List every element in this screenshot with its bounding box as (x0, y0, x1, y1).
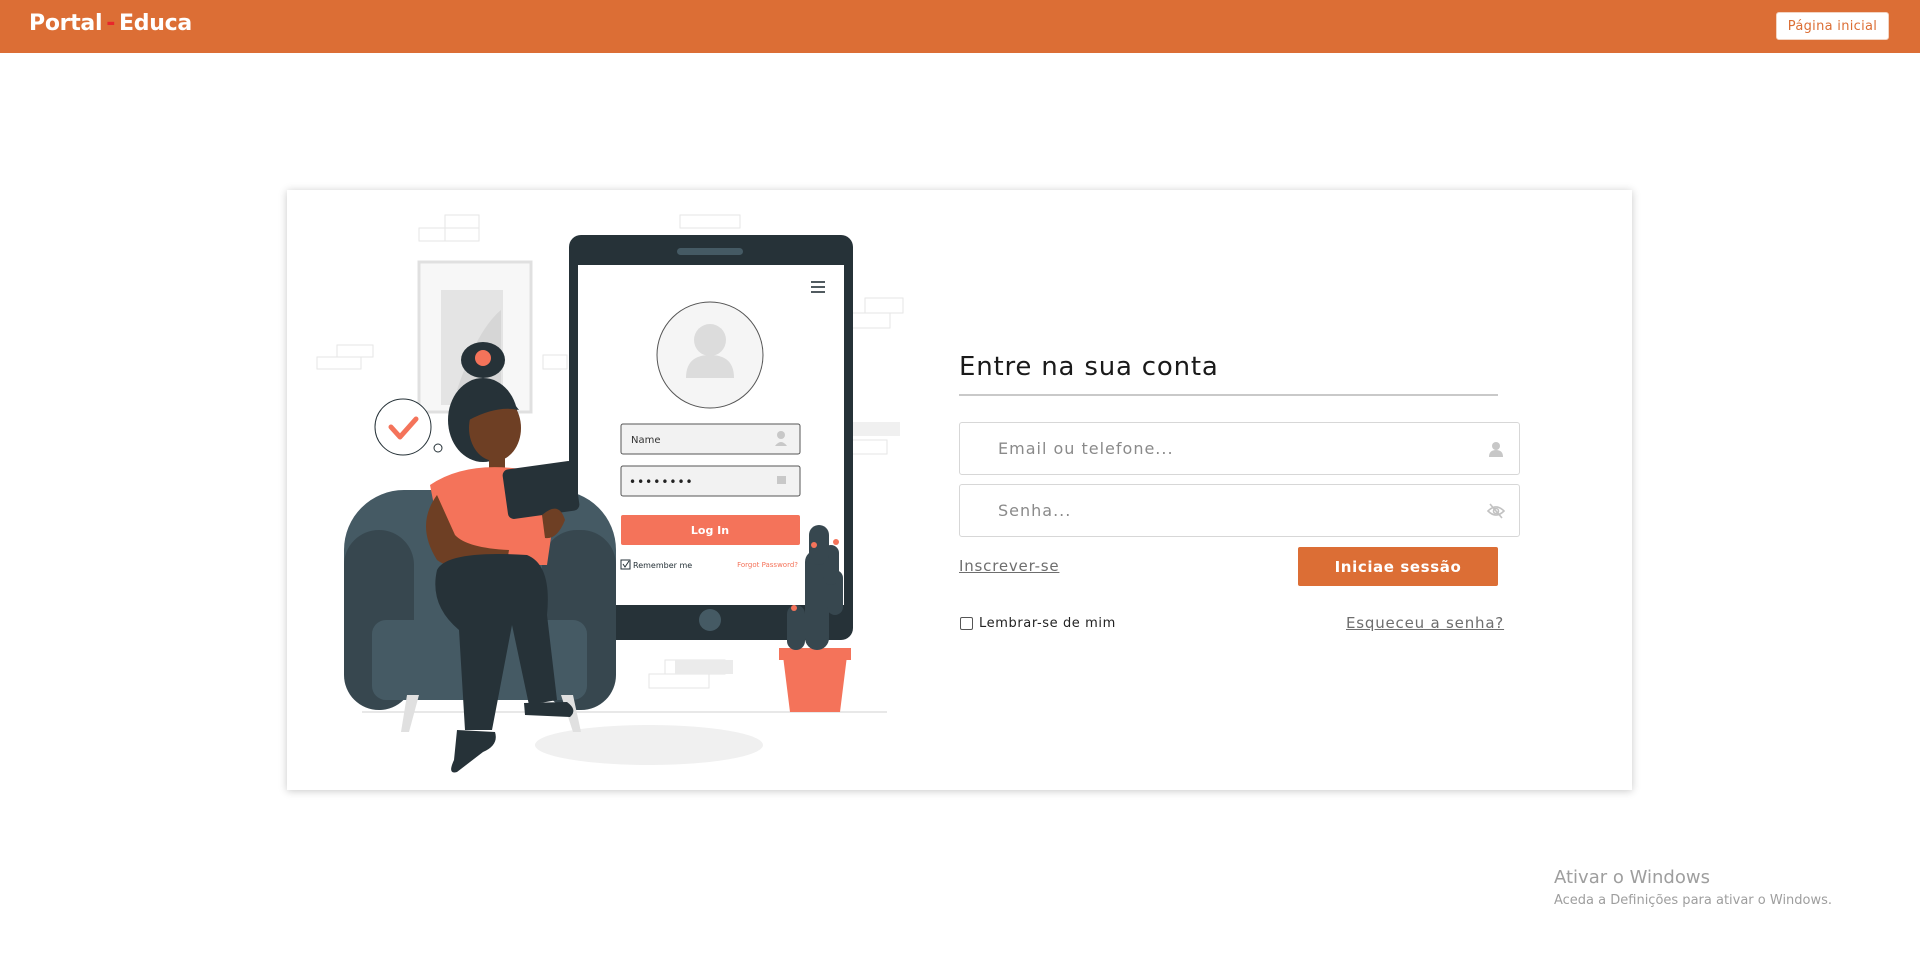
brand-separator: - (106, 11, 116, 36)
title-divider (959, 394, 1498, 396)
brand-right: Educa (119, 11, 192, 36)
password-input[interactable] (998, 485, 1468, 536)
form-title: Entre na sua conta (959, 352, 1219, 382)
password-field[interactable] (959, 484, 1520, 537)
remember-me[interactable]: Lembrar-se de mim (960, 616, 1116, 631)
remember-label: Lembrar-se de mim (979, 616, 1116, 631)
illustration-remember: Remember me (633, 561, 692, 570)
forgot-password-link[interactable]: Esqueceu a senha? (1346, 614, 1504, 632)
signup-link[interactable]: Inscrever-se (959, 557, 1059, 575)
illustration-login-button: Log In (691, 524, 729, 537)
user-icon (1489, 442, 1503, 457)
illustration-name-field: Name (631, 435, 661, 446)
eye-slash-icon[interactable] (1487, 502, 1505, 520)
watermark-subtitle: Aceda a Definições para ativar o Windows… (1554, 893, 1833, 908)
brand-logo[interactable]: Portal - Educa (29, 11, 192, 36)
illustration-password-dots: •••••••• (629, 475, 694, 489)
login-illustration: Name •••••••• Log In Remember me Forgot … (316, 214, 904, 773)
watermark-title: Ativar o Windows (1554, 867, 1710, 888)
email-input[interactable] (998, 423, 1468, 474)
remember-checkbox[interactable] (960, 617, 973, 630)
illustration-forgot: Forgot Password? (737, 561, 798, 569)
submit-login-button[interactable]: Iniciae sessão (1298, 547, 1498, 586)
brand-left: Portal (29, 11, 103, 36)
home-button[interactable]: Página inicial (1776, 12, 1889, 40)
windows-activation-watermark: Ativar o Windows Aceda a Definições para… (1554, 867, 1832, 908)
top-navbar: Portal - Educa Página inicial (0, 0, 1920, 53)
email-field[interactable] (959, 422, 1520, 475)
